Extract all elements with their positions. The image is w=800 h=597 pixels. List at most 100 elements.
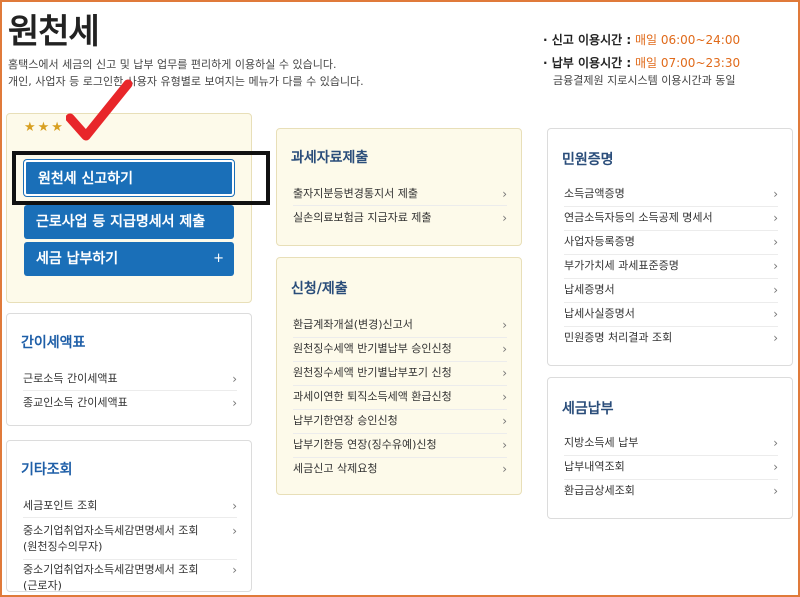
list-item[interactable]: 납부내역조회 › (564, 458, 778, 476)
list-item[interactable]: 출자지분등변경통지서 제출 › (293, 185, 507, 203)
service-hours: · 신고 이용시간 : 매일 06:00~24:00 · 납부 이용시간 : 매… (543, 32, 740, 89)
item-label: 납세사실증명서 (564, 307, 635, 320)
tax-data-submit-box: 과세자료제출 출자지분등변경통지서 제출 › 실손의료보험금 지급자료 제출 › (276, 128, 522, 246)
chevron-right-icon: › (773, 259, 778, 273)
item-label: 원천징수세액 반기별납부 승인신청 (293, 342, 452, 355)
item-label: 세금포인트 조회 (23, 499, 98, 512)
item-label: 부가가치세 과세표준증명 (564, 259, 679, 272)
item-label: 원천징수세액 반기별납부포기 신청 (293, 366, 452, 379)
item-label: 환급계좌개설(변경)신고서 (293, 318, 413, 331)
list-item[interactable]: 부가가치세 과세표준증명 › (564, 257, 778, 275)
chevron-right-icon: › (502, 211, 507, 225)
divider (293, 337, 507, 338)
divider (564, 278, 778, 279)
btn-label: 근로사업 등 지급명세서 제출 (36, 214, 206, 230)
list-item[interactable]: 세금포인트 조회 › (23, 497, 237, 515)
chevron-right-icon: › (232, 396, 237, 410)
page-description: 홈택스에서 세금의 신고 및 납부 업무를 편리하게 이용하실 수 있습니다. … (8, 56, 364, 90)
divider (23, 559, 237, 560)
chevron-right-icon: › (773, 187, 778, 201)
chevron-right-icon: › (773, 331, 778, 345)
civil-certificate-box: 민원증명 소득금액증명 › 연금소득자등의 소득공제 명세서 › 사업자등록증명 › … (547, 128, 793, 366)
chevron-right-icon: › (502, 342, 507, 356)
chevron-right-icon: › (773, 283, 778, 297)
item-label: 출자지분등변경통지서 제출 (293, 187, 418, 200)
divider (564, 206, 778, 207)
item-label: 중소기업취업자소득세감면명세서 조회 (원천징수의무자) (23, 524, 199, 553)
chevron-right-icon: › (232, 499, 237, 513)
chevron-right-icon: › (502, 318, 507, 332)
list-item[interactable]: 납세증명서 › (564, 281, 778, 299)
list-item[interactable]: 소득금액증명 › (564, 185, 778, 203)
list-item[interactable]: 실손의료보험금 지급자료 제출 › (293, 209, 507, 227)
divider (293, 433, 507, 434)
simple-tax-table-box: 간이세액표 근로소득 간이세액표 › 종교인소득 간이세액표 › (6, 313, 252, 426)
section-title: 신청/제출 (291, 281, 348, 297)
desc-line-1: 홈택스에서 세금의 신고 및 납부 업무를 편리하게 이용하실 수 있습니다. (8, 58, 337, 71)
item-label: 사업자등록증명 (564, 235, 635, 248)
highlight-box (12, 151, 270, 205)
chevron-right-icon: › (232, 563, 237, 577)
pay-hours-value: 매일 07:00~23:30 (634, 56, 741, 70)
chevron-right-icon: › (502, 390, 507, 404)
item-label: 납부내역조회 (564, 460, 625, 473)
divider (564, 479, 778, 480)
tax-payment-button[interactable]: 세금 납부하기 + (24, 242, 234, 276)
chevron-right-icon: › (502, 414, 507, 428)
chevron-right-icon: › (502, 187, 507, 201)
chevron-right-icon: › (773, 307, 778, 321)
list-item[interactable]: 민원증명 처리결과 조회 › (564, 329, 778, 347)
divider (23, 390, 237, 391)
list-item[interactable]: 환급금상세조회 › (564, 482, 778, 500)
list-item[interactable]: 중소기업취업자소득세감면명세서 조회 (원천징수의무자) › (23, 523, 237, 557)
divider (293, 361, 507, 362)
other-inquiry-box: 기타조회 세금포인트 조회 › 중소기업취업자소득세감면명세서 조회 (원천징수의… (6, 440, 252, 592)
section-title: 기타조회 (21, 462, 73, 478)
chevron-right-icon: › (232, 372, 237, 386)
item-label: 과세이연한 퇴직소득세액 환급신청 (293, 390, 452, 403)
item-label: 지방소득세 납부 (564, 436, 639, 449)
payment-statement-submit-button[interactable]: 근로사업 등 지급명세서 제출 (24, 205, 234, 239)
item-label: 중소기업취업자소득세감면명세서 조회 (근로자) (23, 563, 199, 592)
item-label: 종교인소득 간이세액표 (23, 396, 128, 409)
divider (293, 409, 507, 410)
section-title: 간이세액표 (21, 335, 86, 351)
desc-line-2: 개인, 사업자 등 로그인한 사용자 유형별로 보여지는 메뉴가 다를 수 있습… (8, 75, 364, 88)
list-item[interactable]: 지방소득세 납부 › (564, 434, 778, 452)
item-label: 납세증명서 (564, 283, 615, 296)
list-item[interactable]: 사업자등록증명 › (564, 233, 778, 251)
report-hours-label: · 신고 이용시간 : (543, 33, 632, 47)
list-item[interactable]: 근로소득 간이세액표 › (23, 370, 237, 388)
list-item[interactable]: 납부기한등 연장(징수유예)신청 › (293, 436, 507, 454)
list-item[interactable]: 세금신고 삭제요청 › (293, 460, 507, 478)
list-item[interactable]: 납세사실증명서 › (564, 305, 778, 323)
item-label: 세금신고 삭제요청 (293, 462, 378, 475)
item-label: 연금소득자등의 소득공제 명세서 (564, 211, 713, 224)
divider (564, 302, 778, 303)
list-item[interactable]: 중소기업취업자소득세감면명세서 조회 (근로자) › (23, 562, 237, 596)
list-item[interactable]: 환급계좌개설(변경)신고서 › (293, 316, 507, 334)
tax-payment-box: 세금납부 지방소득세 납부 › 납부내역조회 › 환급금상세조회 › (547, 377, 793, 519)
list-item[interactable]: 원천징수세액 반기별납부포기 신청 › (293, 364, 507, 382)
chevron-right-icon: › (773, 235, 778, 249)
chevron-right-icon: › (502, 366, 507, 380)
chevron-right-icon: › (773, 211, 778, 225)
chevron-right-icon: › (773, 460, 778, 474)
section-title: 세금납부 (562, 401, 614, 417)
list-item[interactable]: 납부기한연장 승인신청 › (293, 412, 507, 430)
list-item[interactable]: 과세이연한 퇴직소득세액 환급신청 › (293, 388, 507, 406)
list-item[interactable]: 연금소득자등의 소득공제 명세서 › (564, 209, 778, 227)
list-item[interactable]: 원천징수세액 반기별납부 승인신청 › (293, 340, 507, 358)
divider (564, 326, 778, 327)
star-icon: ★★★ (24, 120, 65, 135)
divider (564, 254, 778, 255)
report-hours-value: 매일 06:00~24:00 (634, 33, 741, 47)
apply-submit-box: 신청/제출 환급계좌개설(변경)신고서 › 원천징수세액 반기별납부 승인신청 › … (276, 257, 522, 495)
btn-label: 세금 납부하기 (36, 251, 119, 267)
divider (564, 455, 778, 456)
list-item[interactable]: 종교인소득 간이세액표 › (23, 394, 237, 412)
item-label: 실손의료보험금 지급자료 제출 (293, 211, 432, 224)
divider (293, 457, 507, 458)
item-label: 민원증명 처리결과 조회 (564, 331, 673, 344)
item-label: 근로소득 간이세액표 (23, 372, 118, 385)
